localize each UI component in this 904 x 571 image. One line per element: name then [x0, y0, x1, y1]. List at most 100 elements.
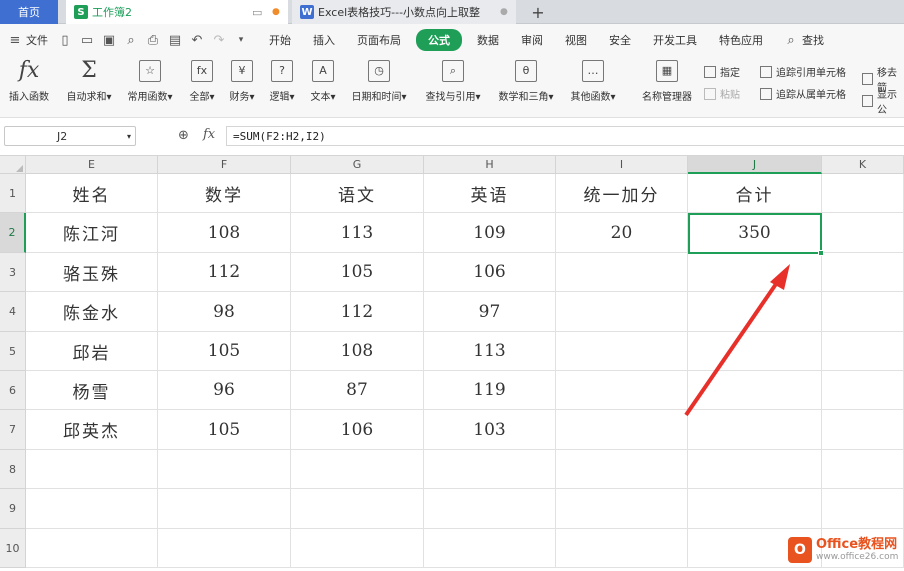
cell-h9[interactable] [424, 489, 556, 529]
search-label[interactable]: 查找 [802, 32, 824, 48]
tab-features[interactable]: 特色应用 [708, 32, 774, 48]
row-header-7[interactable]: 7 [0, 410, 26, 450]
cell-f4[interactable]: 98 [158, 292, 291, 332]
cell-e9[interactable] [26, 489, 158, 529]
undo-icon[interactable]: ↶ [186, 33, 208, 48]
row-header-1[interactable]: 1 [0, 174, 26, 213]
cell-i3[interactable] [556, 253, 688, 292]
print-icon[interactable]: ⎙ [142, 33, 164, 48]
cell-j2[interactable]: 350 [688, 213, 822, 253]
cell-k3[interactable] [822, 253, 904, 292]
tab-security[interactable]: 安全 [598, 32, 642, 48]
tab-page-layout[interactable]: 页面布局 [346, 32, 412, 48]
redo-icon[interactable]: ↷ [208, 33, 230, 48]
cell-e5[interactable]: 邱岩 [26, 332, 158, 371]
cell-f8[interactable] [158, 450, 291, 489]
cell-j8[interactable] [688, 450, 822, 489]
cell-i4[interactable] [556, 292, 688, 332]
cell-g10[interactable] [291, 529, 424, 568]
insert-function-button[interactable]: fx 插入函数 [6, 60, 52, 104]
file-menu[interactable]: 文件 [26, 32, 54, 48]
cell-k9[interactable] [822, 489, 904, 529]
column-header-f[interactable]: F [158, 156, 291, 174]
cell-i9[interactable] [556, 489, 688, 529]
cell-i2[interactable]: 20 [556, 213, 688, 253]
row-header-10[interactable]: 10 [0, 529, 26, 568]
cell-g1[interactable]: 语文 [291, 174, 424, 213]
cell-i8[interactable] [556, 450, 688, 489]
tab-developer[interactable]: 开发工具 [642, 32, 708, 48]
cell-k2[interactable] [822, 213, 904, 253]
cell-e4[interactable]: 陈金水 [26, 292, 158, 332]
cell-k4[interactable] [822, 292, 904, 332]
tab-home[interactable]: 首页 [0, 0, 58, 24]
cell-k5[interactable] [822, 332, 904, 371]
cell-f1[interactable]: 数学 [158, 174, 291, 213]
cell-j7[interactable] [688, 410, 822, 450]
cell-g9[interactable] [291, 489, 424, 529]
save-icon[interactable]: ▣ [98, 33, 120, 48]
cell-g8[interactable] [291, 450, 424, 489]
cell-f3[interactable]: 112 [158, 253, 291, 292]
new-tab-button[interactable]: + [528, 0, 548, 24]
select-all-corner[interactable] [0, 156, 26, 174]
cell-f10[interactable] [158, 529, 291, 568]
tab-insert[interactable]: 插入 [302, 32, 346, 48]
row-header-3[interactable]: 3 [0, 253, 26, 292]
cell-i7[interactable] [556, 410, 688, 450]
cell-j5[interactable] [688, 332, 822, 371]
financial-button[interactable]: ¥ 财务▾ [226, 60, 258, 103]
cell-k7[interactable] [822, 410, 904, 450]
cell-g4[interactable]: 112 [291, 292, 424, 332]
cell-e2[interactable]: 陈江河 [26, 213, 158, 253]
name-box[interactable]: J2 ▾ [4, 126, 136, 146]
other-functions-button[interactable]: … 其他函数▾ [566, 60, 620, 103]
define-button[interactable]: 指定 [704, 64, 740, 79]
cell-h7[interactable]: 103 [424, 410, 556, 450]
cell-h6[interactable]: 119 [424, 371, 556, 410]
trace-precedents-button[interactable]: 追踪引用单元格 [760, 64, 846, 79]
paste-button[interactable]: 粘贴 [704, 86, 740, 101]
text-button[interactable]: A 文本▾ [306, 60, 340, 103]
fill-handle[interactable] [818, 250, 824, 256]
common-functions-button[interactable]: ☆ 常用函数▾ [122, 60, 178, 103]
cell-f6[interactable]: 96 [158, 371, 291, 410]
cell-g6[interactable]: 87 [291, 371, 424, 410]
cell-h8[interactable] [424, 450, 556, 489]
cell-g2[interactable]: 113 [291, 213, 424, 253]
column-header-g[interactable]: G [291, 156, 424, 174]
cell-k6[interactable] [822, 371, 904, 410]
cell-h10[interactable] [424, 529, 556, 568]
column-header-j[interactable]: J [688, 156, 822, 174]
cell-e1[interactable]: 姓名 [26, 174, 158, 213]
column-header-i[interactable]: I [556, 156, 688, 174]
tab-view[interactable]: 视图 [554, 32, 598, 48]
tab-review[interactable]: 审阅 [510, 32, 554, 48]
autosum-button[interactable]: Σ 自动求和▾ [62, 60, 116, 104]
open-folder-icon[interactable]: ▭ [76, 33, 98, 48]
cell-i5[interactable] [556, 332, 688, 371]
logical-button[interactable]: ? 逻辑▾ [266, 60, 298, 103]
column-header-h[interactable]: H [424, 156, 556, 174]
print-preview-icon[interactable]: ▤ [164, 33, 186, 48]
quick-access-dropdown-icon[interactable]: ▾ [230, 35, 252, 45]
tab-data[interactable]: 数据 [466, 32, 510, 48]
chevron-down-icon[interactable]: ▾ [127, 132, 131, 141]
zoom-icon[interactable]: ⊕ [178, 128, 189, 143]
lookup-button[interactable]: ⌕ 查找与引用▾ [420, 60, 486, 103]
math-button[interactable]: θ 数学和三角▾ [494, 60, 558, 103]
cell-h1[interactable]: 英语 [424, 174, 556, 213]
cell-f2[interactable]: 108 [158, 213, 291, 253]
fx-icon[interactable]: fx [203, 127, 215, 142]
cell-h5[interactable]: 113 [424, 332, 556, 371]
cell-f5[interactable]: 105 [158, 332, 291, 371]
tab-start[interactable]: 开始 [258, 32, 302, 48]
cell-g7[interactable]: 106 [291, 410, 424, 450]
trace-dependents-button[interactable]: 追踪从属单元格 [760, 86, 846, 101]
cell-j9[interactable] [688, 489, 822, 529]
cell-e6[interactable]: 杨雪 [26, 371, 158, 410]
cell-f9[interactable] [158, 489, 291, 529]
formula-input[interactable]: =SUM(F2:H2,I2) [226, 126, 904, 146]
cell-g5[interactable]: 108 [291, 332, 424, 371]
hamburger-icon[interactable]: ≡ [4, 33, 26, 48]
